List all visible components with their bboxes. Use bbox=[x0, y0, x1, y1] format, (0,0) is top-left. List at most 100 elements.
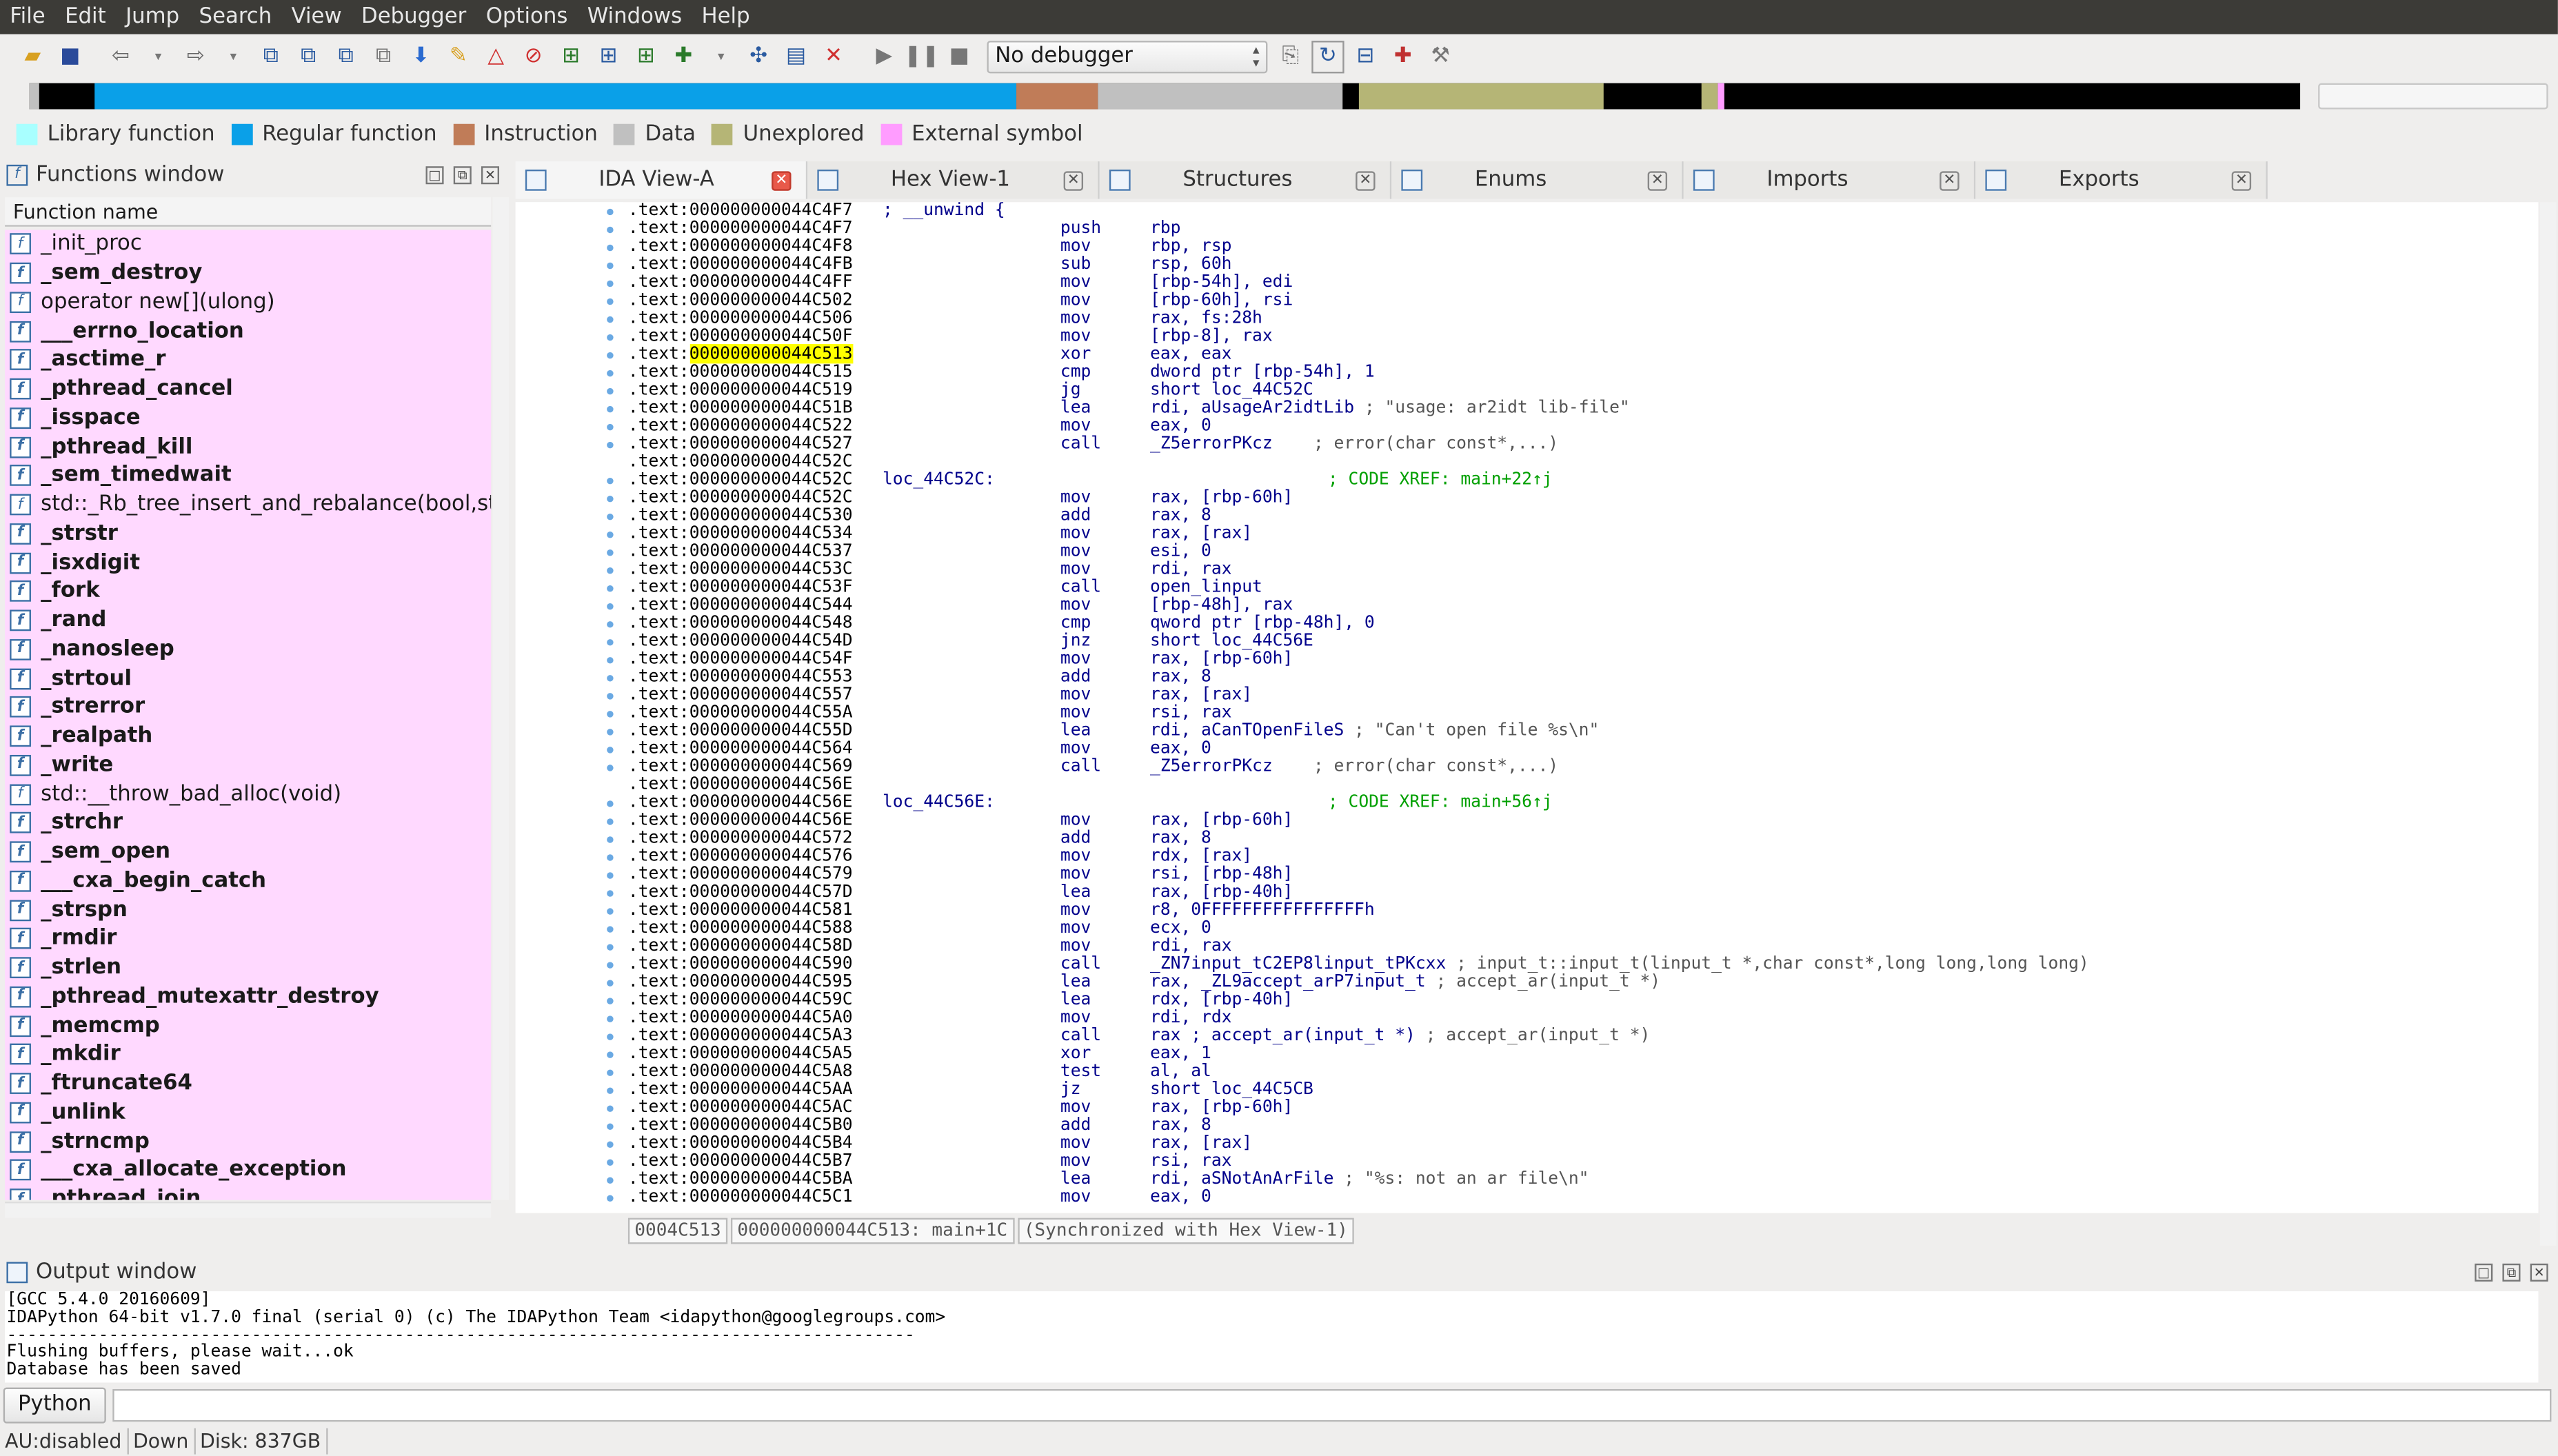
function-list-item[interactable]: f ___cxa_begin_catch bbox=[5, 867, 491, 896]
tab-close-icon[interactable]: ✕ bbox=[1647, 170, 1668, 190]
disasm-line[interactable]: .text:000000000044C519 jg short loc_44C52C bbox=[628, 381, 2537, 399]
tools-icon[interactable]: ⚒ bbox=[1424, 40, 1457, 72]
disasm-line[interactable]: .text:000000000044C55D lea rdi, aCanTOpenF… bbox=[628, 722, 2537, 740]
disasm-line[interactable]: .text:000000000044C52C bbox=[628, 452, 2537, 471]
tab-enums[interactable]: Enums ✕ bbox=[1391, 161, 1684, 199]
command-input[interactable] bbox=[112, 1388, 2552, 1422]
disasm-line[interactable]: .text:000000000044C553 add rax, 8 bbox=[628, 667, 2537, 687]
function-list-item[interactable]: f _strtoul bbox=[5, 664, 491, 693]
disasm-line[interactable]: .text:000000000044C522 mov eax, 0 bbox=[628, 416, 2537, 435]
function-list-item[interactable]: f _rand bbox=[5, 606, 491, 635]
disasm-line[interactable]: .text:000000000044C51B lea rdi, aUsageAr2i… bbox=[628, 398, 2537, 417]
function-list-item[interactable]: f _strstr bbox=[5, 519, 491, 548]
disasm-line[interactable]: .text:000000000044C569 call _Z5errorPKcz ;… bbox=[628, 758, 2537, 776]
disasm-line[interactable]: .text:000000000044C590 call _ZN7input_tC2E… bbox=[628, 955, 2537, 973]
function-list-item[interactable]: f _strncmp bbox=[5, 1127, 491, 1156]
disasm-line[interactable]: .text:000000000044C579 mov rsi, [rbp-48h] bbox=[628, 865, 2537, 884]
disasm-line[interactable]: .text:000000000044C4FB sub rsp, 60h bbox=[628, 255, 2537, 274]
disasm-line[interactable]: .text:000000000044C5B4 mov rax, [rax] bbox=[628, 1134, 2537, 1153]
menu-jump[interactable]: Jump bbox=[116, 0, 189, 34]
disasm-line[interactable]: .text:000000000044C4F7 push rbp bbox=[628, 219, 2537, 238]
jump-down-icon[interactable]: ⬇ bbox=[405, 40, 437, 72]
function-list-item[interactable]: f ___cxa_allocate_exception bbox=[5, 1156, 491, 1185]
disasm-line[interactable]: .text:000000000044C537 mov esi, 0 bbox=[628, 542, 2537, 561]
debugger-select[interactable]: No debugger ▴ ▾ bbox=[987, 39, 1268, 73]
tracing-icon[interactable]: ✚ bbox=[1387, 40, 1419, 72]
tab-close-icon[interactable]: ✕ bbox=[1356, 170, 1376, 190]
function-list-item[interactable]: f _strlen bbox=[5, 953, 491, 982]
disasm-line[interactable]: .text:000000000044C5B0 add rax, 8 bbox=[628, 1116, 2537, 1135]
function-list-item[interactable]: f _strchr bbox=[5, 809, 491, 838]
add-entry-dropdown-icon[interactable]: ▾ bbox=[705, 40, 737, 72]
menu-help[interactable]: Help bbox=[692, 0, 760, 34]
menu-windows[interactable]: Windows bbox=[578, 0, 692, 34]
function-list-item[interactable]: f _sem_open bbox=[5, 838, 491, 867]
disasm-line[interactable]: .text:000000000044C564 mov eax, 0 bbox=[628, 740, 2537, 758]
breakpoints-icon[interactable]: ⊟ bbox=[1349, 40, 1382, 72]
disasm-line[interactable]: .text:000000000044C57D lea rax, [rbp-40h] bbox=[628, 883, 2537, 902]
disasm-line[interactable]: .text:000000000044C4FF mov [rbp-54h], edi bbox=[628, 273, 2537, 292]
disasm-line[interactable]: .text:000000000044C544 mov [rbp-48h], rax bbox=[628, 596, 2537, 615]
disasm-line[interactable]: .text:000000000044C5A3 call rax ; accept_a… bbox=[628, 1027, 2537, 1045]
python-button[interactable]: Python bbox=[3, 1387, 106, 1424]
back-icon[interactable]: ⇦ bbox=[104, 40, 137, 72]
functions-vertical-scrollbar[interactable] bbox=[492, 197, 510, 1200]
open-icon[interactable]: ▰ bbox=[17, 40, 49, 72]
function-list-item[interactable]: f _mkdir bbox=[5, 1040, 491, 1069]
disasm-line[interactable]: .text:000000000044C4F8 mov rbp, rsp bbox=[628, 237, 2537, 256]
mark-icon[interactable]: ✎ bbox=[442, 40, 474, 72]
function-list-item[interactable]: f _isspace bbox=[5, 403, 491, 432]
function-list-item[interactable]: f _write bbox=[5, 751, 491, 780]
disasm-line[interactable]: .text:000000000044C5A8 test al, al bbox=[628, 1062, 2537, 1081]
start-debug-icon[interactable]: ▶ bbox=[868, 40, 900, 72]
warning-icon[interactable]: △ bbox=[480, 40, 512, 72]
disasm-line[interactable]: .text:000000000044C4F7 ; __unwind { bbox=[628, 202, 2537, 220]
disasm-line[interactable]: .text:000000000044C548 cmp qword ptr [rbp-… bbox=[628, 614, 2537, 633]
disasm-line[interactable]: .text:000000000044C54D jnz short loc_44C56… bbox=[628, 631, 2537, 651]
stop-debug-icon[interactable]: ■ bbox=[943, 40, 976, 72]
close-icon[interactable]: ✕ bbox=[481, 165, 499, 184]
delete-icon[interactable]: ✕ bbox=[817, 40, 849, 72]
graph-icon[interactable]: ▤ bbox=[780, 40, 812, 72]
function-list-item[interactable]: f _ftruncate64 bbox=[5, 1069, 491, 1098]
disasm-line[interactable]: .text:000000000044C595 lea rax, _ZL9accept… bbox=[628, 973, 2537, 991]
create-function-icon[interactable]: ⊞ bbox=[554, 40, 587, 72]
function-list-item[interactable]: f _pthread_cancel bbox=[5, 374, 491, 403]
disasm-line[interactable]: .text:000000000044C5A5 xor eax, 1 bbox=[628, 1044, 2537, 1063]
close-icon[interactable]: ✕ bbox=[2530, 1262, 2548, 1281]
disasm-line[interactable]: .text:000000000044C56E loc_44C56E: ; CODE … bbox=[628, 793, 2537, 812]
function-list-item[interactable]: f _sem_timedwait bbox=[5, 461, 491, 490]
disasm-line[interactable]: .text:000000000044C52C mov rax, [rbp-60h] bbox=[628, 488, 2537, 507]
stop-icon[interactable]: ⊘ bbox=[517, 40, 550, 72]
disasm-line[interactable]: .text:000000000044C56E mov rax, [rbp-60h] bbox=[628, 811, 2537, 830]
maximize-icon[interactable]: □ bbox=[2475, 1262, 2493, 1281]
disasm-line[interactable]: .text:000000000044C5AC mov rax, [rbp-60h] bbox=[628, 1098, 2537, 1117]
disasm-line[interactable]: .text:000000000044C54F mov rax, [rbp-60h] bbox=[628, 649, 2537, 669]
disasm-line[interactable]: .text:000000000044C53C mov rdi, rax bbox=[628, 560, 2537, 579]
tab-close-icon[interactable]: ✕ bbox=[772, 170, 792, 190]
tab-ida-view-a[interactable]: IDA View-A ✕ bbox=[515, 161, 808, 199]
functions-horizontal-scrollbar[interactable] bbox=[5, 1202, 492, 1218]
menu-view[interactable]: View bbox=[281, 0, 351, 34]
add-segment-icon[interactable]: ⊞ bbox=[592, 40, 625, 72]
menu-file[interactable]: File bbox=[0, 0, 55, 34]
forward-dropdown-icon[interactable]: ▾ bbox=[217, 40, 250, 72]
function-list-item[interactable]: f operator new[](ulong) bbox=[5, 287, 491, 316]
function-name-column-header[interactable]: Function name bbox=[5, 197, 492, 227]
disassembly-listing[interactable]: .text:000000000044C4F7; __unwind {.text:… bbox=[628, 202, 2537, 1206]
navigation-band-dropdown[interactable] bbox=[2318, 83, 2548, 110]
function-list-item[interactable]: f _pthread_mutexattr_destroy bbox=[5, 982, 491, 1011]
save-icon[interactable]: ■ bbox=[54, 40, 86, 72]
function-list-item[interactable]: f _pthread_join bbox=[5, 1185, 491, 1200]
disasm-line[interactable]: .text:000000000044C55A mov rsi, rax bbox=[628, 703, 2537, 722]
function-list-item[interactable]: f _sem_destroy bbox=[5, 259, 491, 287]
float-icon[interactable]: ⧉ bbox=[2502, 1262, 2521, 1281]
disasm-line[interactable]: .text:000000000044C50F mov [rbp-8], rax bbox=[628, 327, 2537, 345]
disasm-line[interactable]: .text:000000000044C572 add rax, 8 bbox=[628, 829, 2537, 848]
function-list-item[interactable]: f ___errno_location bbox=[5, 316, 491, 345]
function-list-item[interactable]: f _pthread_kill bbox=[5, 432, 491, 461]
tab-exports[interactable]: Exports ✕ bbox=[1975, 161, 2268, 199]
tab-imports[interactable]: Imports ✕ bbox=[1683, 161, 1976, 199]
float-icon[interactable]: ⧉ bbox=[453, 165, 472, 184]
search-binary-icon[interactable]: ⧉ bbox=[254, 40, 287, 72]
